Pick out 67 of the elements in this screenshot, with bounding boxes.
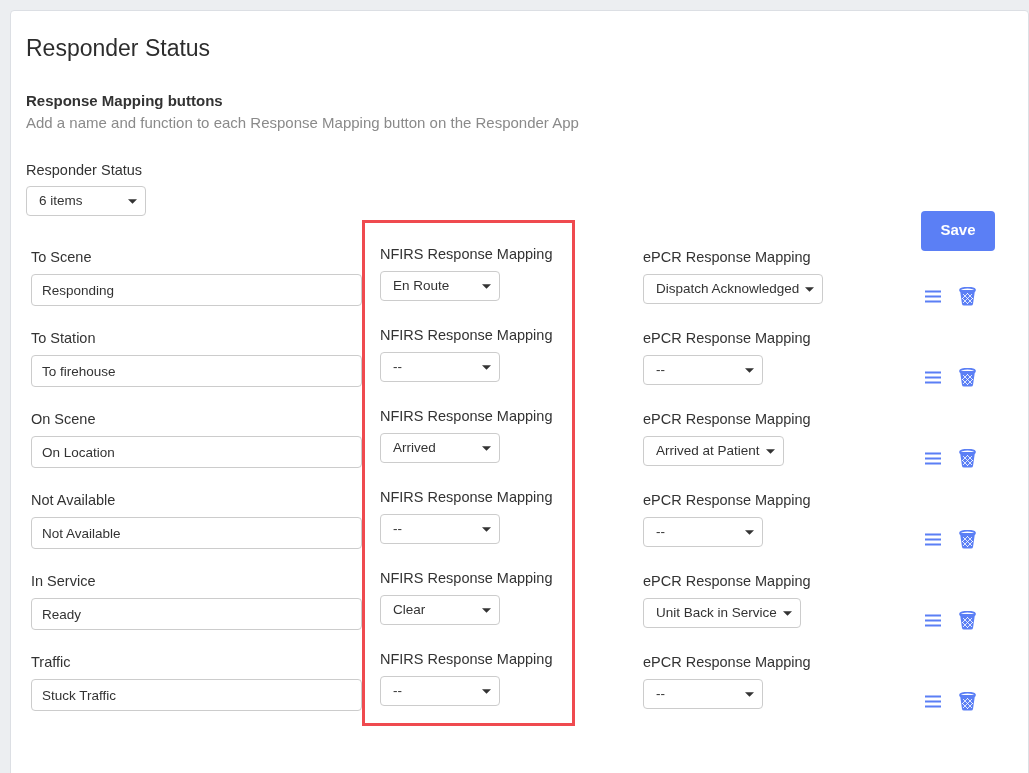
- menu-icon[interactable]: [925, 289, 941, 303]
- nfirs-dropdown[interactable]: Arrived: [380, 433, 500, 463]
- trash-icon[interactable]: [959, 610, 976, 630]
- field-label: ePCR Response Mapping: [643, 329, 812, 349]
- trash-icon[interactable]: [959, 691, 976, 711]
- epcr-dropdown[interactable]: --: [643, 517, 763, 547]
- status-name-field[interactable]: Responding: [31, 274, 362, 306]
- field-label: To Scene: [31, 248, 93, 268]
- nfirs-dropdown[interactable]: En Route: [380, 271, 500, 301]
- caret-icon: [482, 526, 491, 532]
- trash-icon[interactable]: [959, 529, 976, 549]
- caret-icon: [745, 691, 754, 697]
- caret-icon: [482, 283, 491, 289]
- field-label: To Station: [31, 329, 97, 349]
- epcr-dropdown[interactable]: --: [643, 355, 763, 385]
- page-title: Responder Status: [26, 34, 212, 63]
- epcr-dropdown[interactable]: --: [643, 679, 763, 709]
- field-label: Not Available: [31, 491, 117, 511]
- menu-icon[interactable]: [925, 451, 941, 465]
- nfirs-dropdown[interactable]: Clear: [380, 595, 500, 625]
- field-label: ePCR Response Mapping: [643, 248, 812, 268]
- field-label: In Service: [31, 572, 97, 592]
- caret-icon: [805, 286, 815, 292]
- caret-icon: [782, 610, 792, 616]
- status-name-field[interactable]: Stuck Traffic: [31, 679, 362, 711]
- trash-icon[interactable]: [959, 286, 976, 306]
- caret-icon: [482, 445, 491, 451]
- caret-icon: [482, 364, 491, 370]
- caret-icon: [765, 448, 775, 454]
- caret-icon: [745, 529, 754, 535]
- epcr-dropdown[interactable]: Unit Back in Service: [643, 598, 801, 628]
- status-name-field[interactable]: To firehouse: [31, 355, 362, 387]
- trash-icon[interactable]: [959, 448, 976, 468]
- field-label: ePCR Response Mapping: [643, 491, 812, 511]
- status-dropdown[interactable]: 6 items: [26, 186, 146, 217]
- field-label: ePCR Response Mapping: [643, 410, 812, 430]
- field-label: NFIRS Response Mapping: [380, 569, 554, 589]
- status-name-field[interactable]: Ready: [31, 598, 362, 630]
- field-label: NFIRS Response Mapping: [380, 488, 554, 508]
- field-label: ePCR Response Mapping: [643, 653, 812, 673]
- epcr-dropdown[interactable]: Dispatch Acknowledged: [643, 274, 824, 304]
- caret-icon: [128, 198, 137, 204]
- epcr-dropdown[interactable]: Arrived at Patient: [643, 436, 784, 466]
- nfirs-dropdown[interactable]: --: [380, 352, 500, 382]
- field-label: NFIRS Response Mapping: [380, 245, 554, 265]
- field-label: Responder Status: [26, 160, 144, 180]
- trash-icon[interactable]: [959, 367, 976, 387]
- save-button[interactable]: Save: [921, 210, 995, 251]
- status-name-field[interactable]: On Location: [31, 436, 362, 468]
- section-heading: Response Mapping buttons: [26, 90, 224, 111]
- field-label: ePCR Response Mapping: [643, 572, 812, 592]
- menu-icon[interactable]: [925, 613, 941, 627]
- field-label: NFIRS Response Mapping: [380, 650, 554, 670]
- field-label: NFIRS Response Mapping: [380, 407, 554, 427]
- menu-icon[interactable]: [925, 694, 941, 708]
- caret-icon: [482, 688, 491, 694]
- menu-icon[interactable]: [925, 370, 941, 384]
- field-label: On Scene: [31, 410, 97, 430]
- field-label: NFIRS Response Mapping: [380, 326, 554, 346]
- section-description: Add a name and function to each Response Mapping button on the Responder App: [26, 113, 580, 133]
- nfirs-dropdown[interactable]: --: [380, 514, 500, 544]
- caret-icon: [745, 367, 754, 373]
- status-name-field[interactable]: Not Available: [31, 517, 362, 549]
- menu-icon[interactable]: [925, 532, 941, 546]
- field-label: Traffic: [31, 653, 72, 673]
- caret-icon: [482, 607, 491, 613]
- nfirs-dropdown[interactable]: --: [380, 676, 500, 706]
